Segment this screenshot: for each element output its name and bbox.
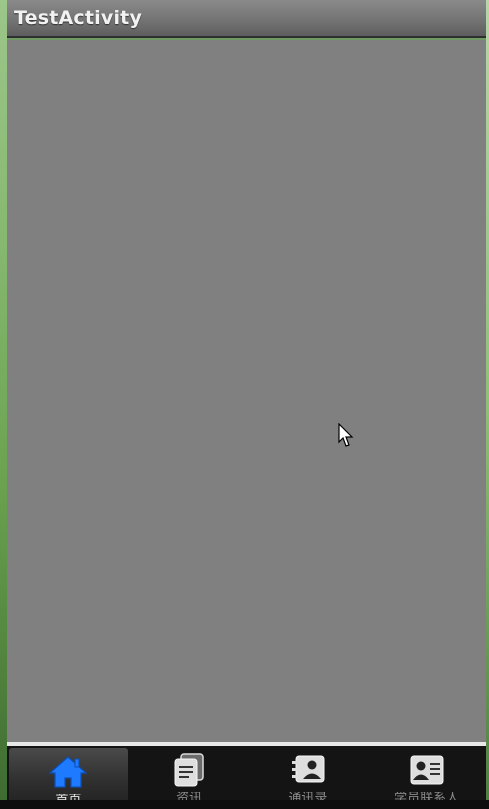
tab-contacts[interactable]: 通讯录 xyxy=(249,746,368,806)
wallpaper-left-edge xyxy=(0,0,7,809)
tab-home[interactable]: 首页 xyxy=(9,748,128,808)
system-bar xyxy=(0,800,489,809)
app-title: TestActivity xyxy=(14,7,143,29)
home-icon xyxy=(48,756,88,788)
user-card-icon xyxy=(410,755,444,785)
tab-news[interactable]: 资讯 xyxy=(130,746,249,806)
bottom-tab-bar: 首页 资讯 通讯录 学员联系人 xyxy=(7,746,486,808)
tab-trainee-contacts[interactable]: 学员联系人 xyxy=(367,746,486,806)
title-bar: TestActivity xyxy=(7,0,486,38)
documents-icon xyxy=(174,753,204,787)
content-area xyxy=(7,40,486,742)
contacts-book-icon xyxy=(291,755,325,783)
mouse-pointer-icon xyxy=(338,423,354,447)
